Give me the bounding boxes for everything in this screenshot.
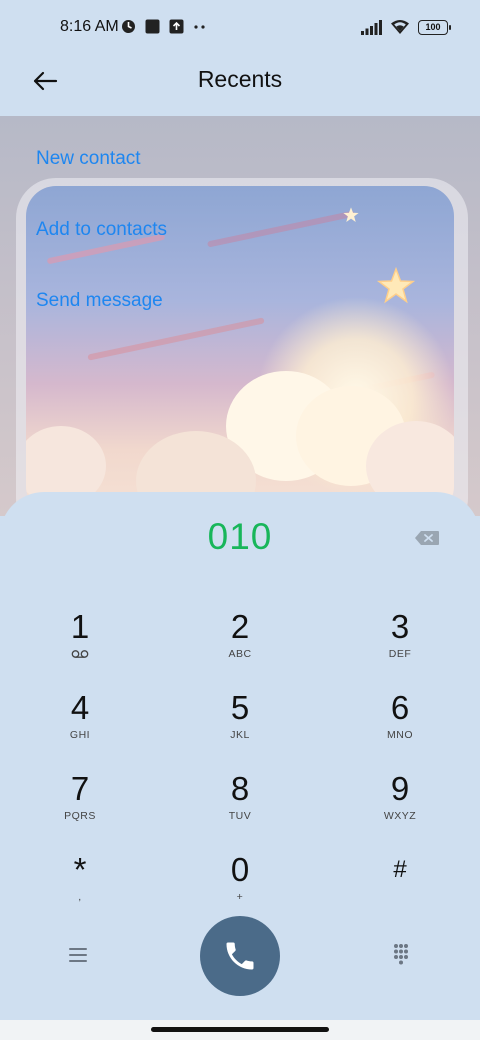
- add-to-contacts-link[interactable]: Add to contacts: [36, 219, 167, 241]
- upload-icon: [169, 19, 184, 34]
- key-letters: JKL: [230, 729, 250, 741]
- key-letters: ABC: [228, 648, 252, 660]
- key-digit: 8: [230, 770, 250, 807]
- key-letters: TUV: [228, 810, 252, 822]
- key-3[interactable]: 3 DEF: [350, 608, 450, 678]
- status-time: 8:16 AM: [60, 18, 119, 35]
- key-7[interactable]: 7 PQRS: [30, 770, 130, 840]
- key-digit: 9: [390, 770, 410, 807]
- dialed-number[interactable]: 010: [0, 516, 480, 558]
- key-digit: 0: [230, 851, 250, 888]
- page-title: Recents: [197, 66, 283, 92]
- key-digit: 1: [70, 608, 90, 645]
- key-digit: 4: [70, 689, 90, 726]
- key-6[interactable]: 6 MNO: [350, 689, 450, 759]
- wallpaper-image: [0, 116, 480, 516]
- header: Recents: [0, 56, 480, 116]
- menu-button[interactable]: [64, 944, 92, 966]
- status-left-icons: [121, 19, 207, 34]
- key-5[interactable]: 5 JKL: [190, 689, 290, 759]
- signal-icon: [361, 19, 382, 35]
- key-4[interactable]: 4 GHI: [30, 689, 130, 759]
- key-letters: MNO: [387, 729, 413, 741]
- dialpad-icon: [394, 944, 408, 965]
- keypad-toggle-button[interactable]: [388, 942, 414, 968]
- send-message-link[interactable]: Send message: [36, 290, 163, 312]
- key-8[interactable]: 8 TUV: [190, 770, 290, 840]
- key-digit: 5: [230, 689, 250, 726]
- key-digit: *: [73, 851, 87, 888]
- key-hash[interactable]: #: [350, 851, 450, 921]
- status-right-icons: 100: [361, 19, 451, 35]
- call-button[interactable]: [200, 916, 280, 996]
- key-star[interactable]: * ,: [30, 851, 130, 921]
- key-letters: WXYZ: [383, 810, 417, 822]
- hamburger-icon: [69, 948, 87, 962]
- key-digit: #: [393, 856, 407, 883]
- battery-icon: 100: [418, 19, 451, 35]
- key-letters: GHI: [69, 729, 91, 741]
- key-letters: PQRS: [64, 810, 96, 822]
- dialer-panel: 010 1 2 ABC 3 DEF 4 GHI 5 JKL 6 MNO 7 PQ…: [0, 492, 480, 1020]
- more-dots-icon: [194, 25, 205, 29]
- key-1[interactable]: 1: [30, 608, 130, 678]
- key-0[interactable]: 0 +: [190, 851, 290, 921]
- alarm-icon: [122, 20, 135, 33]
- navigation-bar: [0, 1020, 480, 1040]
- key-2[interactable]: 2 ABC: [190, 608, 290, 678]
- key-digit: 3: [390, 608, 410, 645]
- key-digit: 6: [390, 689, 410, 726]
- status-bar: 8:16 AM 100: [0, 0, 480, 56]
- key-letters: ,: [78, 891, 82, 903]
- voicemail-icon: [71, 650, 89, 658]
- backspace-icon: [415, 531, 439, 545]
- star-icon: [343, 207, 359, 222]
- key-letters: DEF: [388, 648, 412, 660]
- key-digit: 7: [70, 770, 90, 807]
- new-contact-link[interactable]: New contact: [36, 148, 141, 170]
- dialer-screen: 8:16 AM 100 Recents New contact Add to c…: [0, 0, 480, 1040]
- backspace-button[interactable]: [414, 530, 440, 546]
- wifi-icon: [391, 20, 409, 34]
- key-9[interactable]: 9 WXYZ: [350, 770, 450, 840]
- key-digit: 2: [230, 608, 250, 645]
- square-icon: [145, 19, 160, 34]
- phone-icon: [226, 942, 254, 970]
- star-icon: [376, 266, 416, 304]
- home-indicator[interactable]: [151, 1027, 329, 1032]
- key-letters: +: [236, 891, 244, 903]
